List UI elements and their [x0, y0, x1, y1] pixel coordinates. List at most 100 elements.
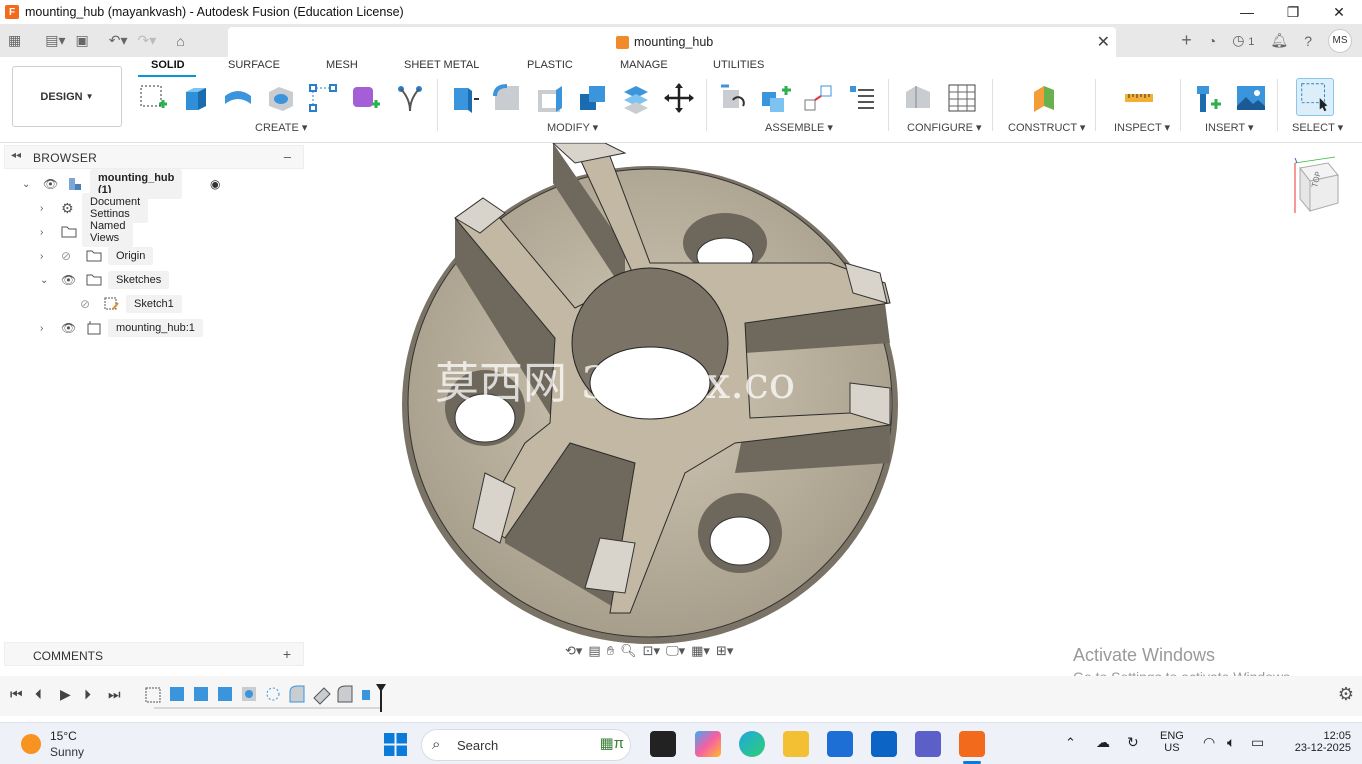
- eye-hidden-icon[interactable]: ⊘: [61, 249, 71, 263]
- home-icon[interactable]: ⌂: [176, 33, 184, 49]
- extrude-icon[interactable]: [180, 82, 212, 114]
- assemble-group-label[interactable]: ASSEMBLE ▾: [765, 121, 833, 134]
- tab-utilities[interactable]: UTILITIES: [713, 59, 764, 71]
- file-menu-icon[interactable]: ▤▾: [45, 32, 65, 49]
- job-status-icon[interactable]: ◷ 1: [1232, 32, 1254, 49]
- combine-icon[interactable]: [577, 82, 609, 114]
- clock[interactable]: 12:05 23-12-2025: [1285, 730, 1351, 754]
- offset-face-icon[interactable]: [620, 82, 652, 114]
- measure-icon[interactable]: [1123, 82, 1155, 114]
- orbit-icon[interactable]: ⟲▾: [565, 643, 582, 659]
- minimize-button[interactable]: —: [1224, 0, 1270, 24]
- close-tab-icon[interactable]: ✕: [1097, 32, 1110, 52]
- offset-plane-icon[interactable]: [1028, 82, 1060, 114]
- pan-hand-icon[interactable]: ✋︎: [607, 643, 614, 659]
- activate-radio-icon[interactable]: ◉: [210, 177, 220, 191]
- minimize-panel-icon[interactable]: –: [284, 149, 291, 164]
- add-comment-button[interactable]: +: [283, 646, 291, 662]
- tab-sheet-metal[interactable]: SHEET METAL: [404, 59, 479, 71]
- pattern-icon[interactable]: [307, 82, 339, 114]
- taskbar-search-box[interactable]: ⌕ Search ▦π: [421, 729, 631, 761]
- microsoft-store-icon[interactable]: [827, 731, 853, 757]
- workspace-switcher-button[interactable]: DESIGN ▼: [12, 66, 122, 127]
- as-built-joint-icon[interactable]: [803, 82, 835, 114]
- eye-icon[interactable]: 👁︎: [43, 177, 58, 191]
- edge-browser-icon[interactable]: [739, 731, 765, 757]
- sun-weather-icon[interactable]: [21, 734, 41, 754]
- tab-solid[interactable]: SOLID: [151, 59, 185, 71]
- fusion-taskbar-icon[interactable]: [959, 731, 985, 757]
- volume-icon[interactable]: 🔈︎: [1227, 734, 1235, 751]
- data-panel-grid-icon[interactable]: ▦: [8, 32, 21, 49]
- document-tab[interactable]: mounting_hub ✕: [228, 27, 1116, 57]
- timeline-settings-gear-icon[interactable]: ⚙: [1338, 684, 1354, 705]
- file-explorer-icon[interactable]: [783, 731, 809, 757]
- mounting-hub-model[interactable]: 莫西网 3dmox.co: [305, 142, 1362, 675]
- modify-group-label[interactable]: MODIFY ▾: [547, 121, 598, 134]
- timeline-features[interactable]: [142, 682, 392, 712]
- help-icon[interactable]: ?: [1304, 33, 1312, 49]
- create-form-icon[interactable]: [350, 82, 382, 114]
- fit-icon[interactable]: ⊡▾: [643, 643, 660, 659]
- configuration-table-icon[interactable]: [946, 82, 978, 114]
- windows-start-icon[interactable]: [384, 733, 407, 756]
- create-sketch-icon[interactable]: [137, 82, 169, 114]
- wifi-icon[interactable]: ◠: [1203, 734, 1215, 751]
- hole-icon[interactable]: [265, 82, 297, 114]
- undo-icon[interactable]: ↶▾: [109, 32, 128, 49]
- zoom-icon[interactable]: 🔍︎: [620, 643, 637, 659]
- grid-settings-icon[interactable]: ▦▾: [691, 643, 710, 659]
- create-group-label[interactable]: CREATE ▾: [255, 121, 307, 134]
- cloud-sync-icon[interactable]: ☁: [1096, 734, 1110, 751]
- step-forward-icon[interactable]: ⏵: [84, 686, 91, 703]
- bill-of-materials-icon[interactable]: [846, 82, 878, 114]
- extensions-icon[interactable]: ◔: [1208, 33, 1216, 49]
- view-cube[interactable]: TOP: [1290, 153, 1340, 228]
- close-button[interactable]: ✕: [1316, 0, 1362, 24]
- comments-panel-header[interactable]: COMMENTS +: [4, 642, 304, 666]
- chevron-right-icon[interactable]: ›: [40, 227, 43, 238]
- outlook-icon[interactable]: [871, 731, 897, 757]
- select-group-label[interactable]: SELECT ▾: [1292, 121, 1343, 134]
- insert-group-label[interactable]: INSERT ▾: [1205, 121, 1254, 134]
- viewports-icon[interactable]: ⊞▾: [716, 643, 733, 659]
- teams-icon[interactable]: [915, 731, 941, 757]
- save-icon[interactable]: ▣: [76, 32, 89, 49]
- refresh-tray-icon[interactable]: ↻: [1127, 734, 1139, 751]
- derive-icon[interactable]: [394, 82, 426, 114]
- configure-group-label[interactable]: CONFIGURE ▾: [907, 121, 982, 134]
- chevron-right-icon[interactable]: ›: [40, 203, 43, 214]
- construct-group-label[interactable]: CONSTRUCT ▾: [1008, 121, 1085, 134]
- eye-icon[interactable]: 👁︎: [61, 273, 76, 287]
- configure-component-icon[interactable]: [902, 82, 934, 114]
- inspect-group-label[interactable]: INSPECT ▾: [1114, 121, 1170, 134]
- battery-icon[interactable]: ▭: [1251, 734, 1264, 751]
- press-pull-icon[interactable]: [448, 82, 480, 114]
- look-at-icon[interactable]: ▤: [588, 643, 600, 659]
- go-to-end-icon[interactable]: ⏭: [108, 686, 121, 703]
- browser-panel-header[interactable]: ◂◂ BROWSER –: [4, 145, 304, 169]
- new-tab-plus-icon[interactable]: +: [1181, 30, 1192, 51]
- step-back-icon[interactable]: ⏴: [35, 686, 42, 703]
- shell-icon[interactable]: [534, 82, 566, 114]
- fillet-icon[interactable]: [491, 82, 523, 114]
- go-to-start-icon[interactable]: ⏮: [10, 686, 23, 703]
- redo-icon[interactable]: ↷▾: [138, 32, 157, 49]
- insert-mcmaster-icon[interactable]: [1193, 82, 1225, 114]
- chevron-right-icon[interactable]: ›: [40, 323, 43, 334]
- joint-icon[interactable]: [760, 82, 792, 114]
- tab-plastic[interactable]: PLASTIC: [527, 59, 573, 71]
- eye-icon[interactable]: 👁︎: [61, 321, 76, 335]
- canvas-viewport[interactable]: 莫西网 3dmox.co TOP: [305, 142, 1362, 675]
- tray-chevron-up-icon[interactable]: ⌃: [1065, 735, 1076, 751]
- tab-mesh[interactable]: MESH: [326, 59, 358, 71]
- insert-image-icon[interactable]: [1235, 82, 1267, 114]
- chevron-down-icon[interactable]: ⌄: [22, 179, 30, 190]
- weather-condition[interactable]: Sunny: [50, 745, 84, 759]
- user-avatar[interactable]: MS: [1328, 28, 1352, 53]
- select-window-icon[interactable]: [1296, 78, 1334, 116]
- chevron-down-icon[interactable]: ⌄: [40, 275, 48, 286]
- play-icon[interactable]: ▶: [60, 686, 71, 703]
- eye-hidden-icon[interactable]: ⊘: [80, 297, 90, 311]
- tab-manage[interactable]: MANAGE: [620, 59, 668, 71]
